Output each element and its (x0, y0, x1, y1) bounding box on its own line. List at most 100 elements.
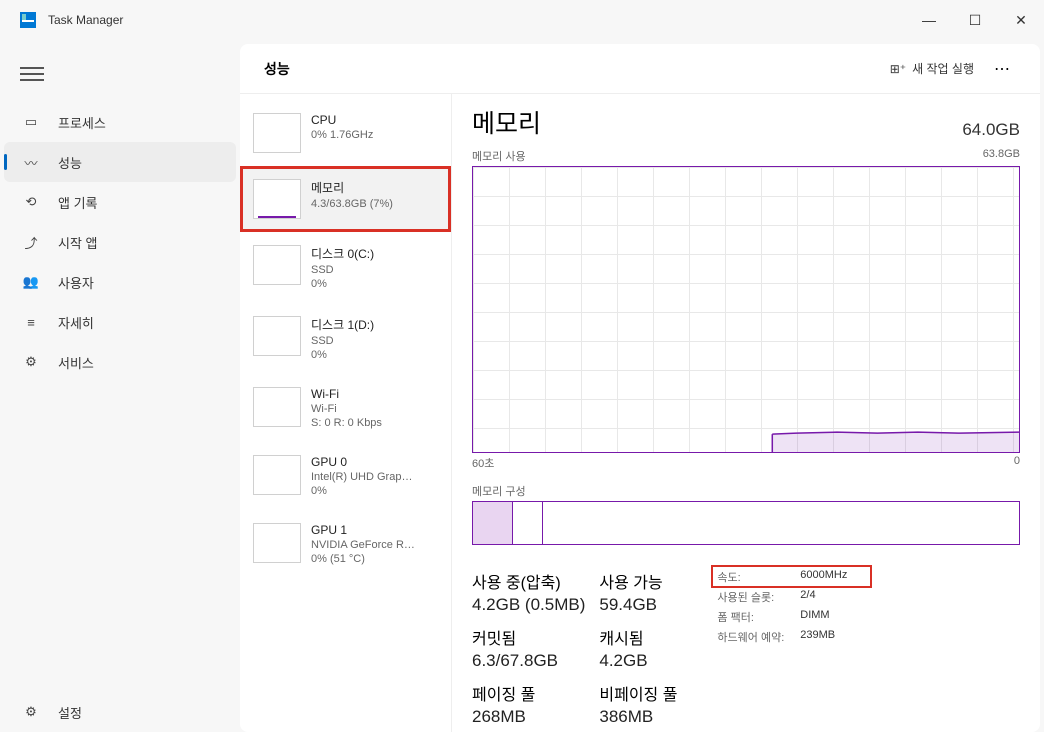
nav-app-history[interactable]: ⟲ 앱 기록 (4, 182, 236, 222)
perf-item-sub: 0% 1.76GHz (311, 129, 373, 141)
nav-settings[interactable]: ⚙ 설정 (4, 692, 236, 732)
perf-item-sub2: 0% (311, 278, 374, 290)
more-button[interactable]: ⋯ (990, 55, 1016, 83)
nonpaged-value: 386MB (599, 707, 677, 727)
committed-label: 커밋됨 (472, 625, 585, 649)
usage-max: 63.8GB (983, 148, 1020, 164)
page-title: 성능 (264, 59, 290, 79)
speed-label: 속도: (717, 569, 784, 585)
users-icon: 👥 (22, 273, 40, 291)
nav-label: 자세히 (58, 313, 94, 332)
paged-label: 페이징 풀 (472, 681, 585, 705)
hw-reserved-value: 239MB (800, 629, 847, 645)
nav-label: 성능 (58, 153, 82, 172)
services-icon: ⚙ (22, 353, 40, 371)
perf-item-sub2: 0% (311, 485, 412, 497)
startup-icon: ⤴ (22, 233, 40, 251)
in-use-value: 4.2GB (0.5MB) (472, 595, 585, 615)
minimize-button[interactable]: — (906, 0, 952, 40)
avail-value: 59.4GB (599, 595, 677, 615)
perf-item-sub: SSD (311, 335, 374, 347)
nav-label: 사용자 (58, 273, 94, 292)
disk0-thumbnail-chart (253, 245, 301, 285)
history-icon: ⟲ (22, 193, 40, 211)
paged-value: 268MB (472, 707, 585, 727)
composition-label: 메모리 구성 (472, 483, 1020, 499)
memory-total: 64.0GB (962, 120, 1020, 140)
new-task-button[interactable]: ⊞⁺ 새 작업 실행 (890, 60, 974, 77)
nav-performance[interactable]: 〰 성능 (4, 142, 236, 182)
slots-label: 사용된 슬롯: (717, 589, 784, 605)
slots-value: 2/4 (800, 589, 847, 605)
nonpaged-label: 비페이징 풀 (599, 681, 677, 705)
detail-heading: 메모리 (472, 104, 541, 140)
cpu-thumbnail-chart (253, 113, 301, 153)
close-button[interactable]: ✕ (998, 0, 1044, 40)
perf-item-sub: 4.3/63.8GB (7%) (311, 198, 393, 210)
content-panel: 성능 ⊞⁺ 새 작업 실행 ⋯ CPU 0% 1.76GHz (240, 44, 1040, 732)
perf-item-sub2: 0% (311, 349, 374, 361)
processes-icon: ▭ (22, 113, 40, 131)
composition-segment-inuse (473, 502, 513, 544)
memory-usage-chart (472, 166, 1020, 453)
details-icon: ≡ (22, 313, 40, 331)
speed-value: 6000MHz (800, 569, 847, 585)
perf-item-title: GPU 0 (311, 455, 412, 469)
navigation-sidebar: ▭ 프로세스 〰 성능 ⟲ 앱 기록 ⤴ 시작 앱 👥 사용자 ≡ 자세히 ⚙ … (0, 40, 240, 732)
perf-item-title: CPU (311, 113, 373, 127)
memory-composition-bar (472, 501, 1020, 545)
nav-label: 서비스 (58, 353, 94, 372)
nav-label: 앱 기록 (58, 193, 98, 212)
perf-resource-list: CPU 0% 1.76GHz 메모리 4.3/63.8GB (7%) 디스크 0… (240, 94, 452, 732)
new-task-label: 새 작업 실행 (912, 60, 974, 77)
perf-item-cpu[interactable]: CPU 0% 1.76GHz (240, 100, 451, 166)
nav-label: 시작 앱 (58, 233, 98, 252)
form-value: DIMM (800, 609, 847, 625)
new-task-icon: ⊞⁺ (890, 62, 906, 76)
perf-item-gpu-0[interactable]: GPU 0 Intel(R) UHD Grap… 0% (240, 442, 451, 510)
cached-label: 캐시됨 (599, 625, 677, 649)
perf-item-gpu-1[interactable]: GPU 1 NVIDIA GeForce R… 0% (51 °C) (240, 510, 451, 578)
nav-label: 설정 (58, 703, 82, 722)
hamburger-button[interactable] (20, 62, 44, 86)
nav-processes[interactable]: ▭ 프로세스 (4, 102, 236, 142)
performance-icon: 〰 (22, 153, 40, 171)
app-icon (20, 12, 36, 28)
gpu1-thumbnail-chart (253, 523, 301, 563)
hw-reserved-label: 하드웨어 예약: (717, 629, 784, 645)
perf-item-disk-0[interactable]: 디스크 0(C:) SSD 0% (240, 232, 451, 303)
form-label: 폼 팩터: (717, 609, 784, 625)
perf-item-sub2: S: 0 R: 0 Kbps (311, 417, 382, 429)
perf-item-title: Wi-Fi (311, 387, 382, 401)
perf-item-sub: NVIDIA GeForce R… (311, 539, 415, 551)
memory-detail-panel: 메모리 64.0GB 메모리 사용 63.8GB 60초 0 (452, 94, 1040, 732)
maximize-button[interactable]: ☐ (952, 0, 998, 40)
perf-item-title: GPU 1 (311, 523, 415, 537)
perf-item-sub: Wi-Fi (311, 403, 382, 415)
perf-item-title: 디스크 1(D:) (311, 316, 374, 333)
app-title: Task Manager (48, 13, 123, 27)
composition-segment-modified (513, 502, 543, 544)
perf-item-wifi[interactable]: Wi-Fi Wi-Fi S: 0 R: 0 Kbps (240, 374, 451, 442)
perf-item-sub: SSD (311, 264, 374, 276)
perf-item-memory[interactable]: 메모리 4.3/63.8GB (7%) (240, 166, 451, 232)
nav-startup[interactable]: ⤴ 시작 앱 (4, 222, 236, 262)
nav-label: 프로세스 (58, 113, 106, 132)
gear-icon: ⚙ (22, 703, 40, 721)
in-use-label: 사용 중(압축) (472, 569, 585, 593)
perf-item-title: 디스크 0(C:) (311, 245, 374, 262)
perf-item-title: 메모리 (311, 179, 393, 196)
gpu0-thumbnail-chart (253, 455, 301, 495)
memory-thumbnail-chart (253, 179, 301, 219)
nav-details[interactable]: ≡ 자세히 (4, 302, 236, 342)
usage-label: 메모리 사용 (472, 148, 526, 164)
time-left: 60초 (472, 455, 494, 471)
nav-services[interactable]: ⚙ 서비스 (4, 342, 236, 382)
perf-item-disk-1[interactable]: 디스크 1(D:) SSD 0% (240, 303, 451, 374)
time-right: 0 (1014, 455, 1020, 471)
memory-specs-block: 속도: 6000MHz 사용된 슬롯: 2/4 폼 팩터: DIMM 하드웨어 … (717, 569, 847, 727)
nav-users[interactable]: 👥 사용자 (4, 262, 236, 302)
perf-item-sub2: 0% (51 °C) (311, 553, 415, 565)
perf-item-sub: Intel(R) UHD Grap… (311, 471, 412, 483)
committed-value: 6.3/67.8GB (472, 651, 585, 671)
